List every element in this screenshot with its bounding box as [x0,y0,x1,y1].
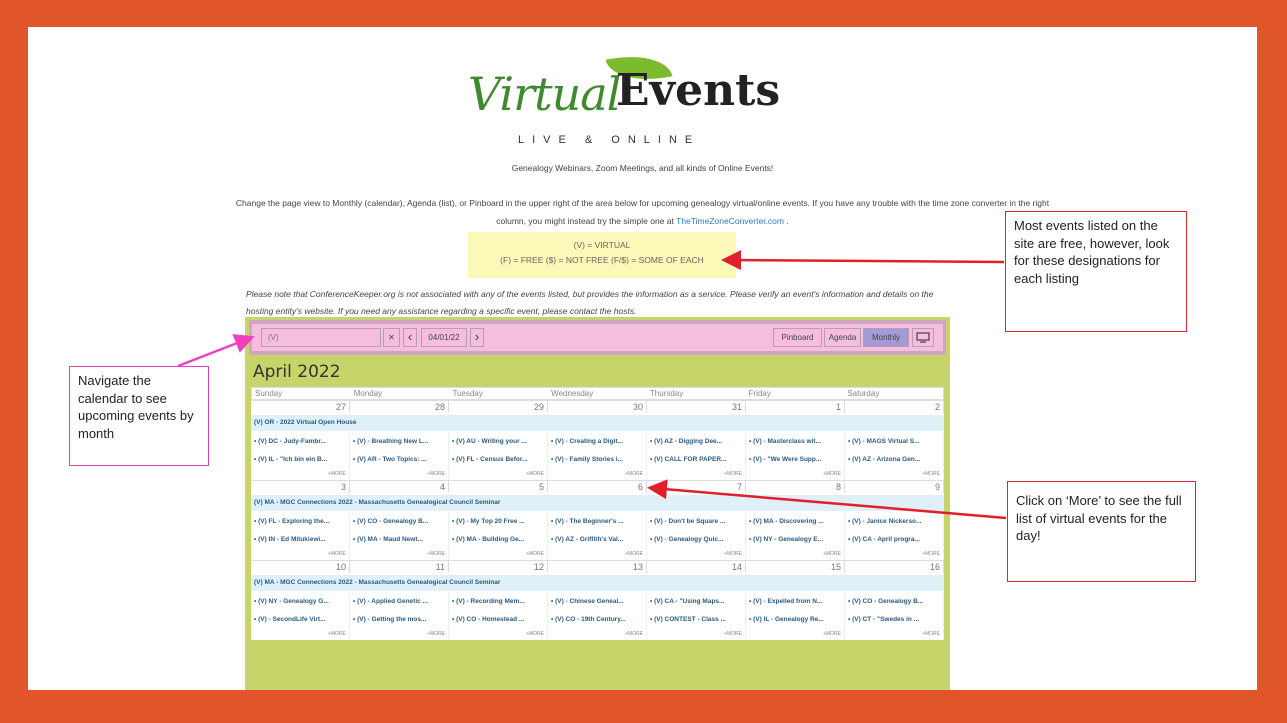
arrow-to-more [647,479,1007,520]
annotation-arrows [177,250,1007,520]
arrow-to-legend [721,250,1005,271]
arrow-to-toolbar [177,334,255,368]
